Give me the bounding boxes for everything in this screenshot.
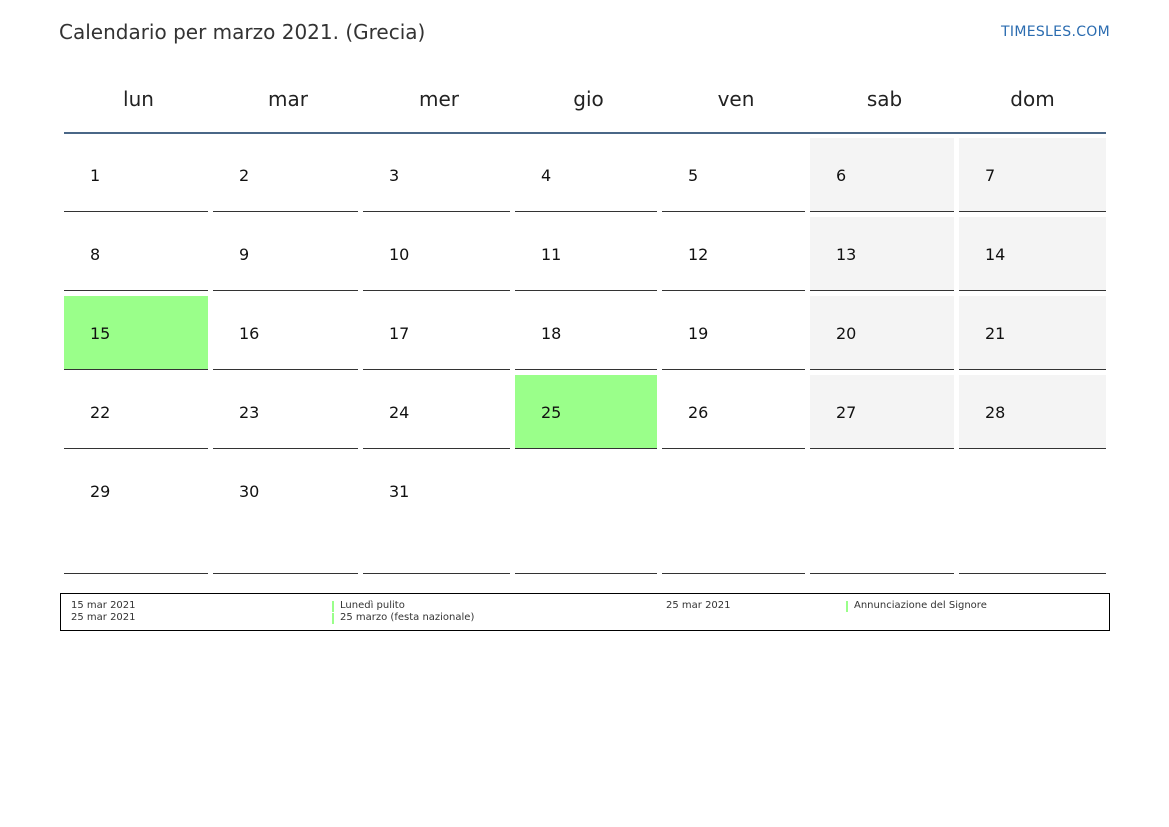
day-cell-6[interactable]: 6 — [810, 138, 954, 212]
weekday-gio: gio — [573, 87, 604, 111]
day-number: 10 — [389, 245, 410, 264]
day-number: 2 — [239, 166, 250, 185]
day-cell-31[interactable]: 31 — [363, 454, 510, 574]
day-number: 20 — [836, 324, 857, 343]
day-number: 11 — [541, 245, 562, 264]
day-cell-19[interactable]: 19 — [662, 296, 805, 370]
day-cell-empty — [662, 454, 805, 574]
day-cell-27[interactable]: 27 — [810, 375, 954, 449]
day-cell-10[interactable]: 10 — [363, 217, 510, 291]
day-cell-empty — [810, 454, 954, 574]
day-number: 21 — [985, 324, 1006, 343]
day-number: 19 — [688, 324, 709, 343]
day-number: 8 — [90, 245, 101, 264]
page-title: Calendario per marzo 2021. (Grecia) — [59, 20, 426, 44]
day-number: 16 — [239, 324, 260, 343]
day-number: 18 — [541, 324, 562, 343]
day-number: 4 — [541, 166, 552, 185]
week-row: 8 9 10 11 12 13 14 — [64, 217, 1106, 291]
day-cell-9[interactable]: 9 — [213, 217, 358, 291]
legend-color-marker — [332, 613, 334, 624]
day-cell-20[interactable]: 20 — [810, 296, 954, 370]
day-number: 22 — [90, 403, 111, 422]
day-number: 24 — [389, 403, 410, 422]
day-cell-25[interactable]: 25 — [515, 375, 657, 449]
site-link[interactable]: TIMESLES.COM — [1001, 24, 1110, 40]
legend-color-marker — [332, 601, 334, 612]
calendar-grid: 1 2 3 4 5 6 7 8 9 10 11 12 13 14 15 16 17 18 19 20 21 22 23 24 2… — [64, 138, 1106, 579]
day-cell-2[interactable]: 2 — [213, 138, 358, 212]
day-cell-21[interactable]: 21 — [959, 296, 1106, 370]
day-number: 23 — [239, 403, 260, 422]
weekday-mer: mer — [418, 87, 459, 111]
weekday-lun: lun — [123, 87, 154, 111]
day-cell-empty — [959, 454, 1106, 574]
day-number: 31 — [389, 482, 410, 501]
weekday-dom: dom — [1010, 87, 1055, 111]
day-number: 6 — [836, 166, 847, 185]
week-row: 15 16 17 18 19 20 21 — [64, 296, 1106, 370]
day-cell-28[interactable]: 28 — [959, 375, 1106, 449]
day-number: 15 — [90, 324, 111, 343]
day-number: 7 — [985, 166, 996, 185]
day-cell-18[interactable]: 18 — [515, 296, 657, 370]
day-cell-17[interactable]: 17 — [363, 296, 510, 370]
day-number: 26 — [688, 403, 709, 422]
day-cell-5[interactable]: 5 — [662, 138, 805, 212]
day-cell-7[interactable]: 7 — [959, 138, 1106, 212]
day-number: 30 — [239, 482, 260, 501]
day-cell-14[interactable]: 14 — [959, 217, 1106, 291]
day-cell-24[interactable]: 24 — [363, 375, 510, 449]
day-number: 1 — [90, 166, 101, 185]
day-cell-12[interactable]: 12 — [662, 217, 805, 291]
day-number: 28 — [985, 403, 1006, 422]
weekday-sab: sab — [866, 87, 903, 111]
day-cell-30[interactable]: 30 — [213, 454, 358, 574]
day-number: 3 — [389, 166, 400, 185]
day-cell-empty — [515, 454, 657, 574]
week-row: 1 2 3 4 5 6 7 — [64, 138, 1106, 212]
day-number: 29 — [90, 482, 111, 501]
day-number: 27 — [836, 403, 857, 422]
day-number: 9 — [239, 245, 250, 264]
day-number: 25 — [541, 403, 562, 422]
day-cell-1[interactable]: 1 — [64, 138, 208, 212]
day-cell-23[interactable]: 23 — [213, 375, 358, 449]
day-cell-26[interactable]: 26 — [662, 375, 805, 449]
day-number: 13 — [836, 245, 857, 264]
day-cell-16[interactable]: 16 — [213, 296, 358, 370]
day-number: 5 — [688, 166, 699, 185]
legend-date: 25 mar 2021 — [71, 612, 136, 623]
day-cell-15[interactable]: 15 — [64, 296, 208, 370]
legend-date: 15 mar 2021 — [71, 600, 136, 611]
day-cell-29[interactable]: 29 — [64, 454, 208, 574]
weekday-mar: mar — [268, 87, 308, 111]
day-number: 12 — [688, 245, 709, 264]
legend-holiday-name: Lunedì pulito — [340, 600, 405, 611]
day-cell-22[interactable]: 22 — [64, 375, 208, 449]
holiday-legend: 15 mar 2021 Lunedì pulito 25 mar 2021 25 ma… — [60, 593, 1110, 631]
legend-color-marker — [846, 601, 848, 612]
week-row: 22 23 24 25 26 27 28 — [64, 375, 1106, 449]
legend-date: 25 mar 2021 — [666, 600, 731, 611]
day-cell-3[interactable]: 3 — [363, 138, 510, 212]
day-cell-4[interactable]: 4 — [515, 138, 657, 212]
week-row: 29 30 31 — [64, 454, 1106, 574]
day-cell-13[interactable]: 13 — [810, 217, 954, 291]
legend-holiday-name: Annunciazione del Signore — [854, 600, 987, 611]
day-cell-11[interactable]: 11 — [515, 217, 657, 291]
legend-holiday-name: 25 marzo (festa nazionale) — [340, 612, 475, 623]
weekday-header: lun mar mer gio ven sab dom — [64, 70, 1106, 134]
day-number: 17 — [389, 324, 410, 343]
day-number: 14 — [985, 245, 1006, 264]
weekday-ven: ven — [717, 87, 755, 111]
day-cell-8[interactable]: 8 — [64, 217, 208, 291]
